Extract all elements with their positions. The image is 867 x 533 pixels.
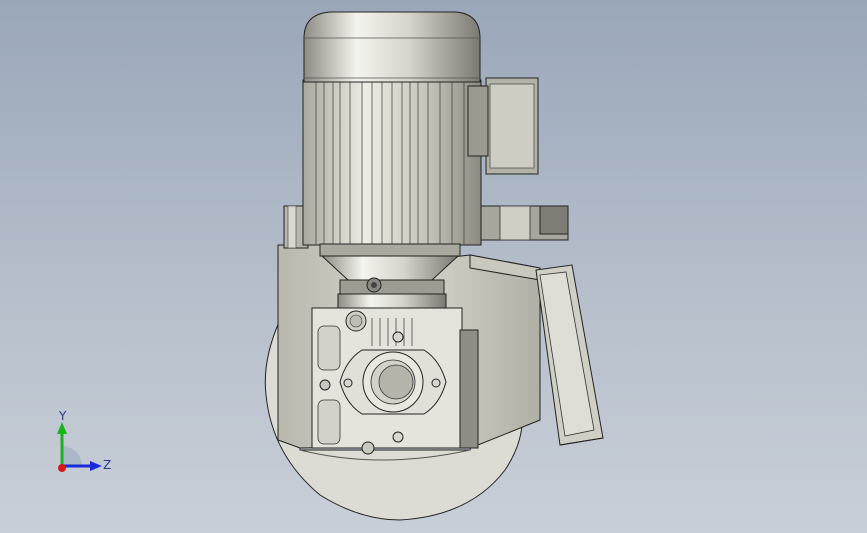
z-axis-arrow-icon bbox=[90, 461, 102, 471]
motor-fan-cover bbox=[303, 11, 481, 83]
gear-motor-model[interactable] bbox=[0, 0, 867, 533]
graphics-viewport[interactable]: Y Z bbox=[0, 0, 867, 533]
motor-body bbox=[302, 79, 482, 246]
y-axis-arrow-icon bbox=[57, 422, 67, 434]
output-flange bbox=[535, 264, 604, 446]
axis-triad: Y Z bbox=[57, 409, 111, 472]
z-axis-label: Z bbox=[103, 458, 111, 472]
x-axis-point-icon bbox=[58, 464, 66, 472]
triad-origin-quadrant bbox=[62, 446, 82, 466]
y-axis-label: Y bbox=[58, 409, 67, 423]
